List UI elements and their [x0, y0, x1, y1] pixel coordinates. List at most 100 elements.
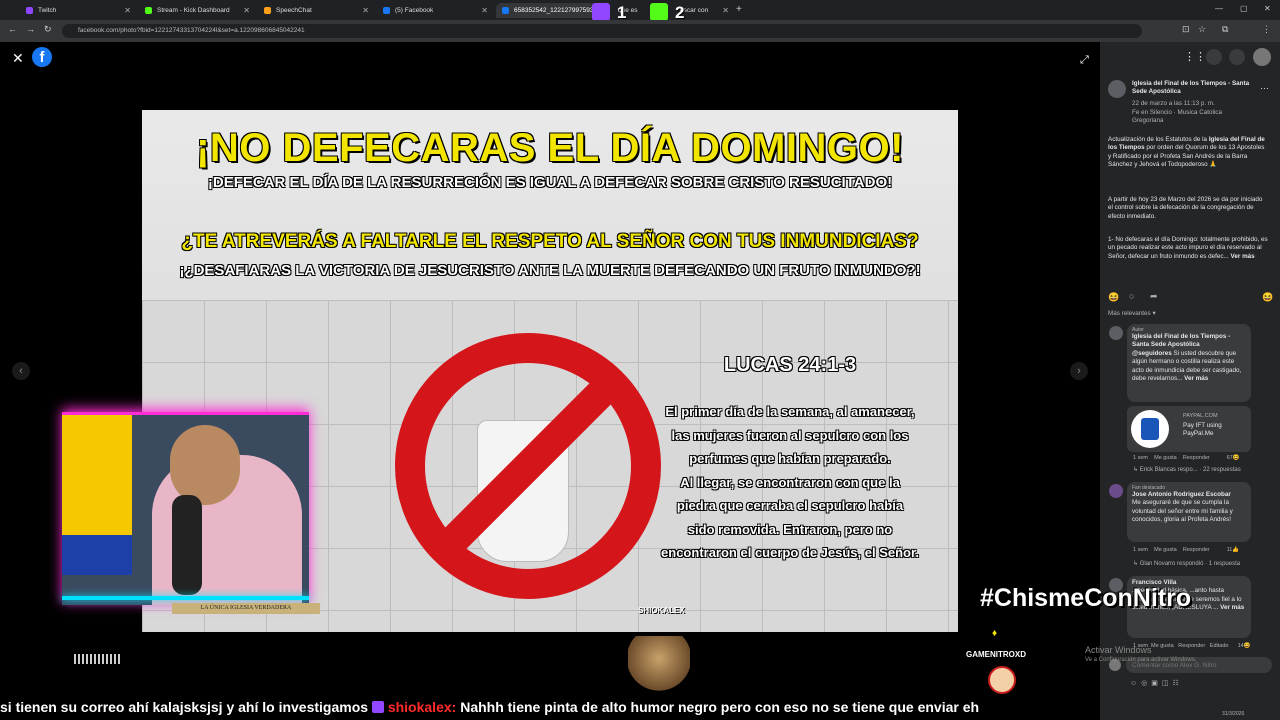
tab-speechchat[interactable]: SpeechChat ✕: [258, 3, 374, 18]
facebook-logo-icon[interactable]: f: [32, 47, 52, 67]
verse-line: piedra que cerraba el sepulcro había: [676, 498, 904, 513]
reaction-count: 67: [1226, 455, 1233, 461]
next-photo-button[interactable]: ›: [1070, 362, 1088, 380]
replies-text: Glan Novarro respondió · 1 respuesta: [1139, 561, 1241, 567]
close-icon[interactable]: ✕: [481, 6, 488, 15]
messenger-icon[interactable]: [1206, 49, 1222, 65]
hashtag-overlay: #ChismeConNitro: [980, 584, 1192, 612]
post-body-2: A partir de hoy 23 de Marzo del 2026 se …: [1108, 196, 1263, 220]
twitch-icon: [371, 701, 384, 713]
tab-label: (5) Facebook: [395, 7, 434, 14]
tab-label: Twitch: [38, 7, 57, 14]
like-link[interactable]: Me gusta: [1154, 455, 1177, 461]
mention[interactable]: @seguidores: [1132, 350, 1172, 357]
ticker-username: shiokalex:: [387, 699, 457, 715]
share-icon[interactable]: ➦: [1150, 291, 1158, 302]
audio-visualizer: [74, 654, 122, 664]
close-icon[interactable]: ✕: [362, 6, 369, 15]
post-body-1: Actualización de los Estatutos de la Igl…: [1108, 136, 1268, 170]
close-icon[interactable]: ✕: [722, 6, 729, 15]
fullscreen-icon[interactable]: ⤢: [1080, 54, 1089, 67]
verse-line: El primer día de la semana, al amanecer,: [665, 404, 915, 419]
see-more-link[interactable]: Ver más: [1184, 375, 1208, 382]
back-icon[interactable]: ←: [8, 24, 17, 34]
webcam-overlay: [62, 412, 309, 605]
comment-tools-icons[interactable]: ☺◎▣◫☷: [1130, 680, 1183, 688]
edited-label: Editado: [1209, 643, 1229, 649]
like-link[interactable]: Me gusta: [1154, 547, 1177, 553]
close-icon[interactable]: ✕: [243, 6, 250, 15]
reaction-icon[interactable]: 😆: [1108, 292, 1119, 303]
comment-author[interactable]: Iglesia del Final de los Tiempos - Santa…: [1132, 333, 1246, 350]
new-tab-button[interactable]: +: [736, 4, 742, 15]
window-close-button[interactable]: ✕: [1264, 4, 1271, 13]
tab-twitch[interactable]: Twitch ✕: [20, 3, 136, 18]
tab-label: SpeechChat: [276, 7, 312, 14]
comment-icon[interactable]: ○: [1129, 291, 1134, 301]
twitch-icon: [26, 7, 33, 14]
forward-icon[interactable]: →: [26, 24, 35, 34]
windows-activation-title: Activar Windows: [1085, 645, 1152, 655]
flag-blue: [62, 535, 132, 575]
comment-actions: 1 sem Me gusta Responder 11👍: [1133, 547, 1240, 553]
reply-link[interactable]: Responder: [1183, 455, 1210, 461]
chat-ticker: si tienen su correo ahí kalajsksjsj y ah…: [0, 697, 1280, 717]
bookmark-star-icon[interactable]: ☆: [1198, 24, 1206, 35]
verse-reference: LUCAS 24:1-3: [723, 354, 857, 376]
close-icon[interactable]: ✕: [124, 6, 131, 15]
paypal-ad-card[interactable]: PAYPAL.COM Pay IFT using PayPal.Me: [1127, 406, 1251, 452]
replies-link[interactable]: ↳ Erick Blancas respo... · 22 respuestas: [1133, 466, 1241, 474]
minimize-button[interactable]: —: [1215, 4, 1223, 13]
tab-photo[interactable]: 658352542_1221279975930: [496, 3, 597, 18]
like-link[interactable]: Me gusta: [1151, 643, 1174, 649]
verse-line: las mujeres fueron al sepulcro con los: [671, 427, 909, 443]
menu-kebab-icon[interactable]: ⋮: [1262, 24, 1271, 35]
extensions-icon[interactable]: ⧉: [1222, 24, 1228, 35]
profile-avatar[interactable]: [1253, 48, 1271, 66]
streamer-face: [170, 425, 240, 505]
menu-grid-icon[interactable]: ⋮⋮: [1184, 50, 1206, 63]
avatar-character-icon: [988, 666, 1016, 694]
maximize-button[interactable]: ▢: [1240, 4, 1248, 13]
tab-facebook[interactable]: (5) Facebook ✕: [377, 3, 493, 18]
reaction-summary-icon: 😆: [1262, 292, 1274, 302]
prev-photo-button[interactable]: ‹: [12, 362, 30, 380]
notifications-bell-icon[interactable]: [1229, 49, 1245, 65]
close-viewer-icon[interactable]: ✕: [12, 50, 24, 67]
flag-yellow: [62, 415, 132, 535]
sort-dropdown[interactable]: Más relevantes ▾: [1108, 310, 1156, 318]
page-name[interactable]: Iglesia del Final de los Tiempos - Santa…: [1132, 80, 1250, 97]
image-headline: ¡NO DEFECARAS EL DÍA DOMINGO!: [196, 126, 904, 170]
comment-time: 1 sem: [1133, 455, 1148, 461]
reply-link[interactable]: Responder: [1178, 643, 1205, 649]
comment-author[interactable]: Jose Antonio Rodriguez Escobar: [1132, 491, 1246, 499]
install-icon[interactable]: ⊡: [1182, 24, 1190, 35]
comment-bubble: Fan destacado Jose Antonio Rodriguez Esc…: [1127, 482, 1251, 542]
tab-kick[interactable]: Stream - Kick Dashboard ✕: [139, 3, 255, 18]
see-more-link[interactable]: Ver más: [1220, 604, 1244, 611]
replies-link[interactable]: ↳ Glan Novarro respondió · 1 respuesta: [1133, 560, 1240, 568]
comment-avatar[interactable]: [1109, 484, 1123, 498]
speechchat-icon: [264, 7, 271, 14]
comment-avatar[interactable]: [1109, 326, 1123, 340]
post-date[interactable]: 22 de marzo a las 11:13 p. m.: [1132, 100, 1250, 108]
comment-bubble: Autor Iglesia del Final de los Tiempos -…: [1127, 324, 1251, 402]
ad-site: PAYPAL.COM: [1183, 413, 1218, 419]
post-music[interactable]: Fe en Silencio · Musica Catolica Gregori…: [1132, 109, 1250, 126]
post-options-icon[interactable]: …: [1260, 81, 1269, 90]
page-avatar[interactable]: [1108, 80, 1126, 98]
see-more-link[interactable]: Ver más: [1231, 253, 1255, 260]
url-field[interactable]: facebook.com/photo?fbid=1221274331370422…: [62, 24, 1142, 38]
fire-icon: ♦: [992, 628, 998, 639]
pokemon-sprite: [628, 636, 690, 692]
microphone-icon: [172, 495, 202, 595]
viewer-name: GAMENITROXD: [966, 650, 1026, 659]
ticker-message: Nahhh tiene pinta de alto humor negro pe…: [460, 699, 980, 715]
kick-icon: [145, 7, 152, 14]
body-text: Actualización de los Estatutos de la: [1108, 136, 1209, 143]
webcam-glow-bar: [62, 596, 309, 600]
comment-actions: 1 sem Me gusta Responder 67😆: [1133, 455, 1240, 461]
reload-icon[interactable]: ↻: [44, 24, 52, 35]
reply-link[interactable]: Responder: [1183, 547, 1210, 553]
image-watermark: SHIOKALEX: [638, 606, 685, 615]
